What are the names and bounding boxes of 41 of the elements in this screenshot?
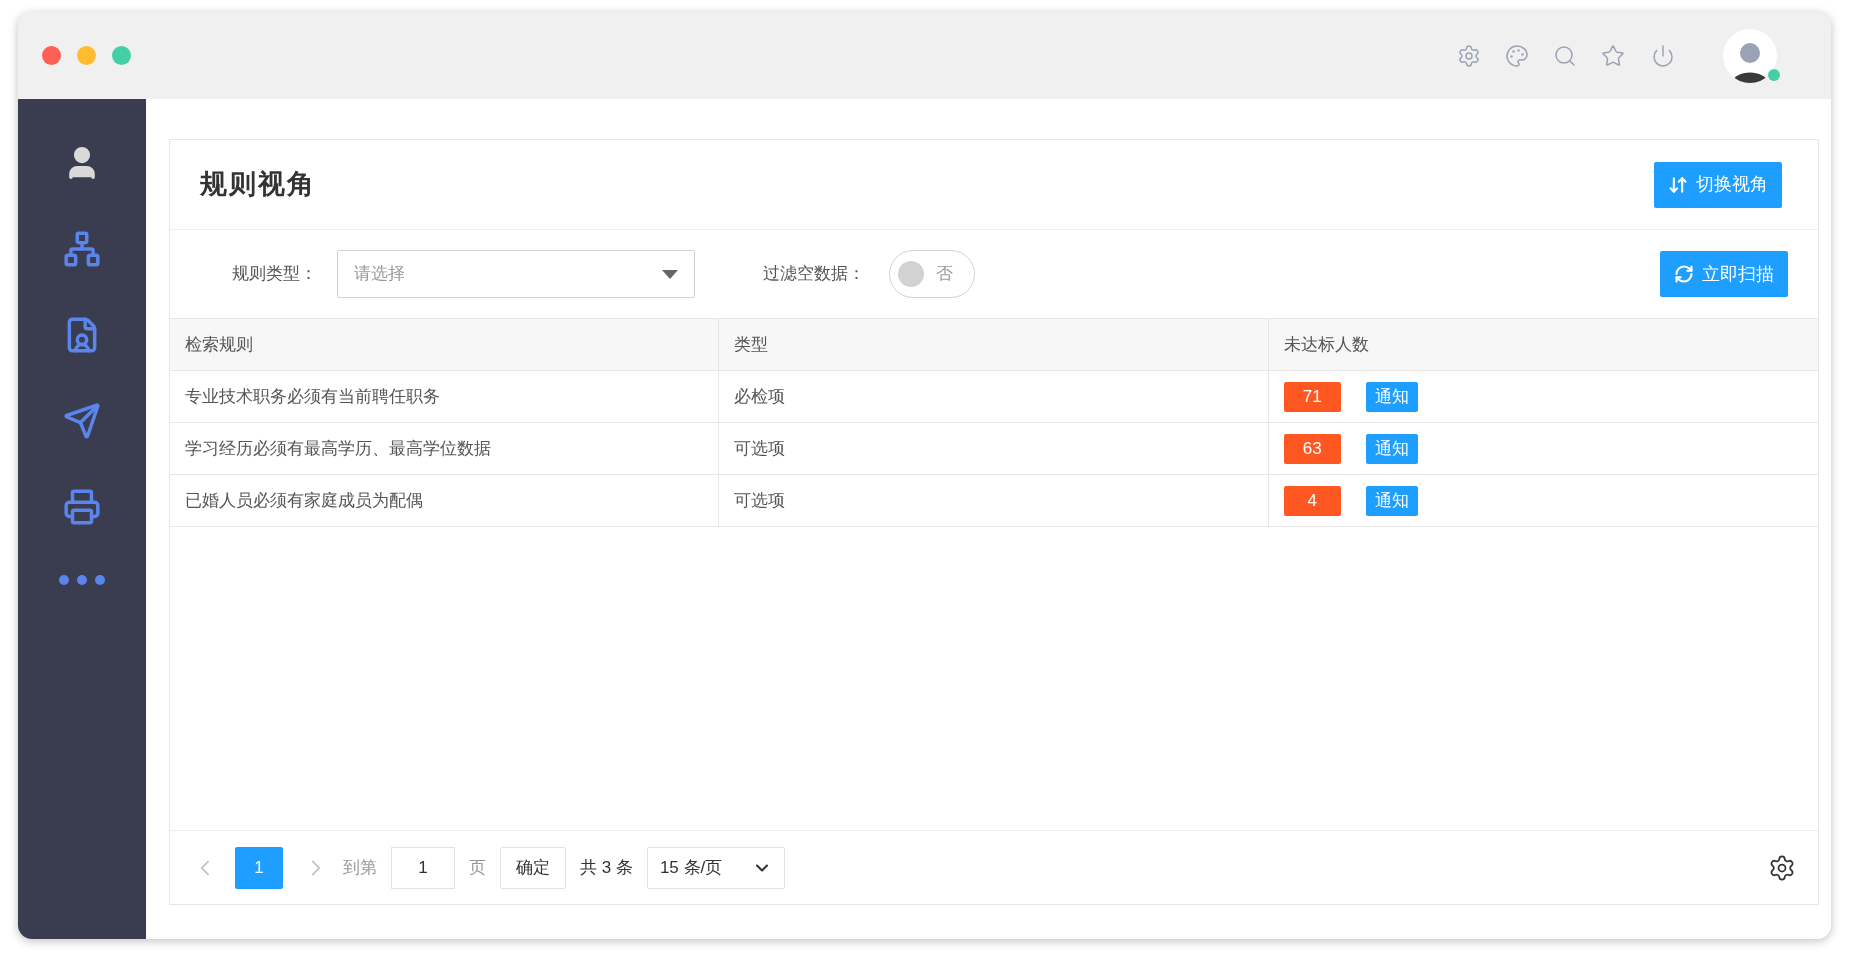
type-cell-text: 必检项 <box>734 385 786 408</box>
confirm-button[interactable]: 确定 <box>500 846 566 889</box>
rule-cell-text: 已婚人员必须有家庭成员为配偶 <box>185 489 423 512</box>
rule-type-select[interactable]: 请选择 <box>337 250 695 298</box>
notify-button[interactable]: 通知 <box>1365 485 1418 516</box>
search-icon[interactable] <box>1553 43 1577 68</box>
paper-plane-icon[interactable] <box>63 402 101 440</box>
count-badge: 71 <box>1283 381 1341 412</box>
rule-type-label: 规则类型： <box>232 263 317 286</box>
count-badge: 4 <box>1283 485 1341 516</box>
page-title: 规则视角 <box>200 168 316 202</box>
switch-view-button[interactable]: 切换视角 <box>1654 161 1782 208</box>
filter-empty-label: 过滤空数据： <box>763 263 865 286</box>
page-unit-label: 页 <box>469 856 486 879</box>
rule-cell-text: 专业技术职务必须有当前聘任职务 <box>185 385 440 408</box>
page-size-select[interactable]: 15 条/页 <box>646 846 785 889</box>
rule-cell-text: 学习经历必须有最高学历、最高学位数据 <box>185 437 491 460</box>
filter-empty-switch[interactable]: 否 <box>889 250 975 298</box>
settings-icon[interactable] <box>1768 853 1796 882</box>
notify-button[interactable]: 通知 <box>1365 433 1418 464</box>
total-count: 共 3 条 <box>580 856 633 879</box>
page-number[interactable]: 1 <box>235 846 283 889</box>
page-input[interactable]: 1 <box>391 846 455 889</box>
printer-icon[interactable] <box>63 488 101 526</box>
count-badge: 63 <box>1283 433 1341 464</box>
palette-icon[interactable] <box>1505 43 1529 68</box>
notify-button[interactable]: 通知 <box>1365 381 1418 412</box>
star-icon[interactable] <box>1601 43 1625 68</box>
dropdown-caret-icon <box>662 269 678 279</box>
type-cell-text: 可选项 <box>734 437 786 460</box>
goto-label: 到第 <box>343 856 377 879</box>
refresh-icon <box>1674 264 1694 284</box>
type-cell-text: 可选项 <box>734 489 786 512</box>
hierarchy-icon[interactable] <box>63 230 101 268</box>
column-header: 检索规则 <box>185 333 253 356</box>
scan-now-button[interactable]: 立即扫描 <box>1660 251 1788 297</box>
swap-arrows-icon <box>1668 174 1688 195</box>
more-dots-icon[interactable] <box>59 574 105 586</box>
column-header: 类型 <box>734 333 769 356</box>
column-header: 未达标人数 <box>1283 333 1369 356</box>
power-icon[interactable] <box>1651 43 1675 68</box>
